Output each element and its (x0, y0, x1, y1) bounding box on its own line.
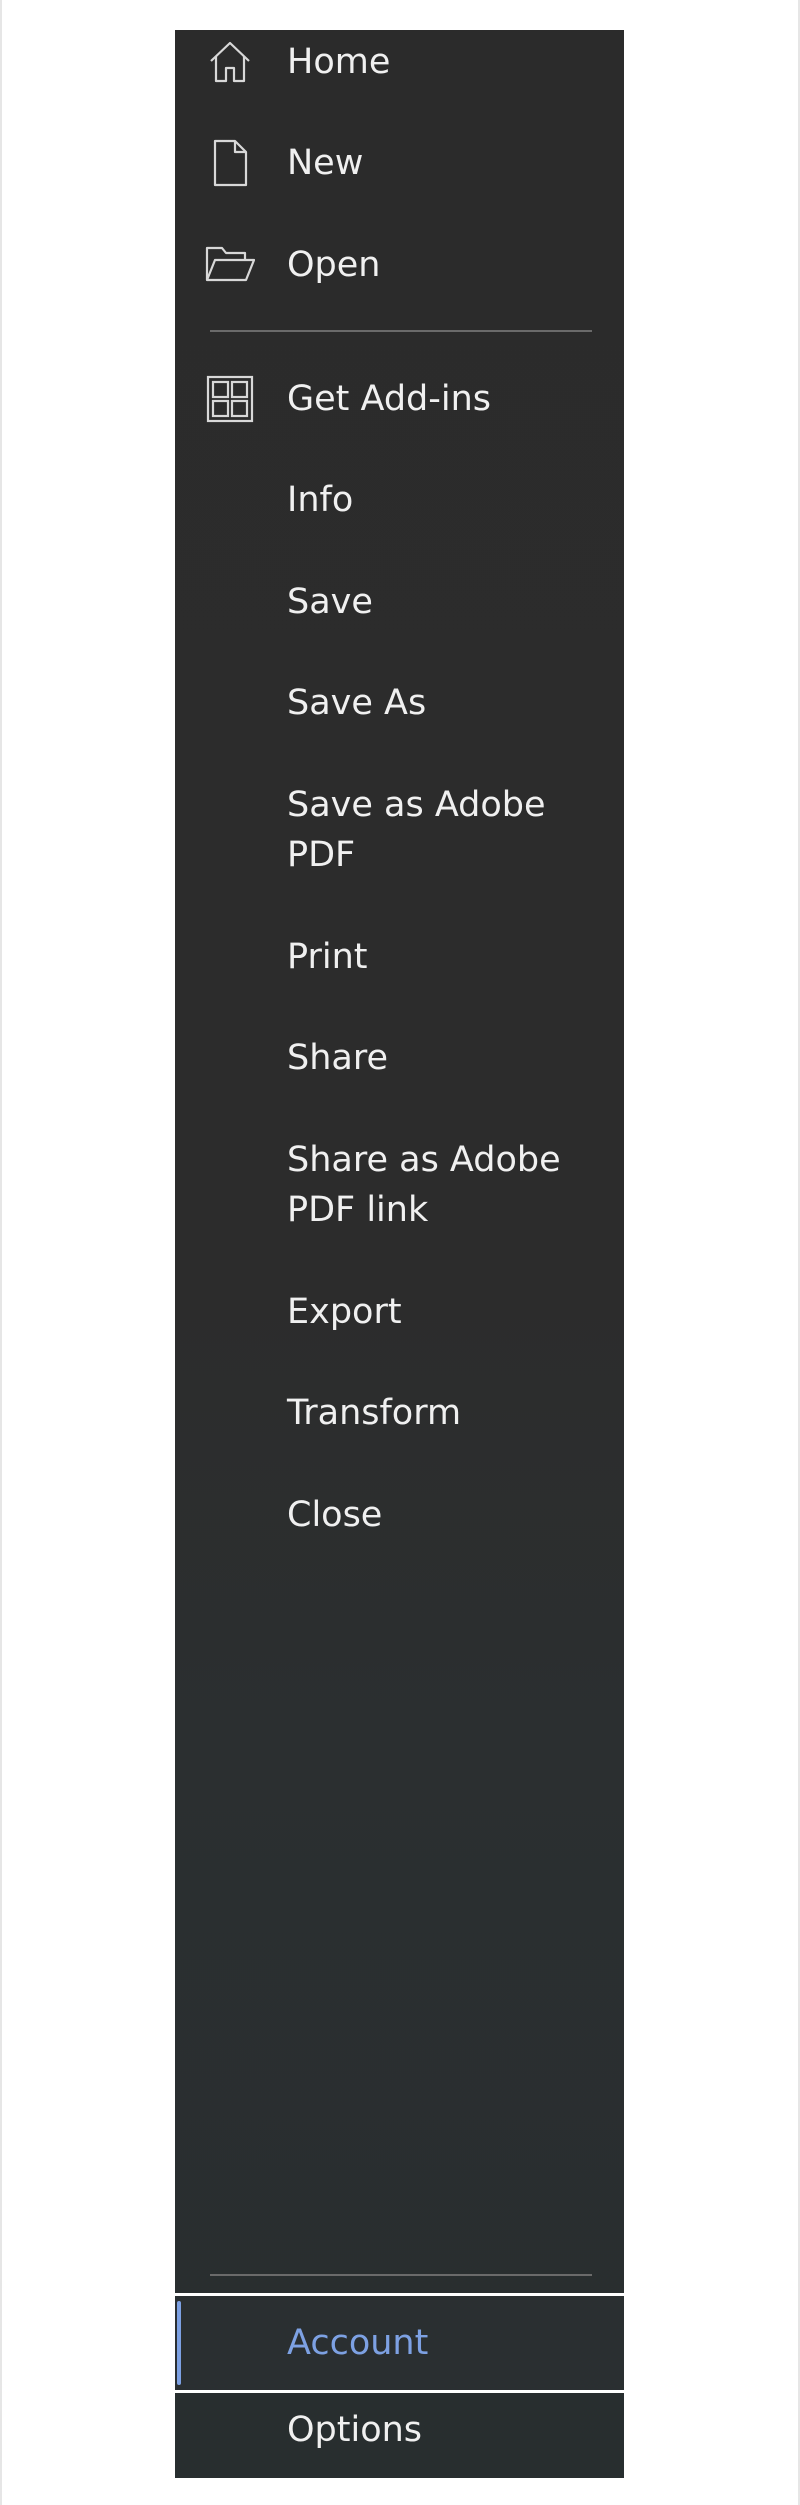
menu-item-close[interactable]: Close (175, 1490, 624, 1540)
folder-open-icon (205, 240, 255, 290)
file-backstage-menu: Home New Open Get Add-ins Info Save Save… (175, 30, 624, 2478)
menu-item-label: Share (287, 1038, 389, 1078)
add-ins-grid-icon (205, 374, 255, 424)
menu-item-label: Options (287, 2410, 423, 2450)
menu-item-label: Save (287, 582, 373, 622)
menu-item-label: Transform (287, 1393, 462, 1433)
window-border-left (0, 0, 2, 2505)
menu-item-share[interactable]: Share (175, 1033, 624, 1083)
menu-divider-bottom (210, 2274, 592, 2276)
menu-item-label: Open (287, 245, 381, 285)
menu-item-label: Close (287, 1495, 383, 1535)
menu-item-info[interactable]: Info (175, 475, 624, 525)
menu-item-label: New (287, 143, 364, 183)
menu-item-label: Info (287, 480, 354, 520)
menu-item-new[interactable]: New (175, 138, 624, 188)
menu-item-label: Print (287, 937, 368, 977)
menu-item-options[interactable]: Options (175, 2395, 624, 2465)
menu-item-home[interactable]: Home (175, 37, 624, 87)
menu-item-label: Account (287, 2323, 429, 2363)
home-icon (205, 37, 255, 87)
menu-divider-top (210, 330, 592, 332)
menu-item-label-line2: PDF (287, 835, 356, 875)
menu-item-export[interactable]: Export (175, 1287, 624, 1337)
menu-item-label: Home (287, 42, 391, 82)
menu-item-save-as[interactable]: Save As (175, 678, 624, 728)
menu-item-save[interactable]: Save (175, 577, 624, 627)
menu-item-label-line1: Save as Adobe (287, 785, 546, 825)
menu-item-label-line1: Share as Adobe (287, 1140, 561, 1180)
menu-item-save-as-adobe-pdf[interactable]: Save as Adobe PDF (175, 780, 624, 880)
menu-item-label-line2: PDF link (287, 1190, 429, 1230)
menu-item-print[interactable]: Print (175, 932, 624, 982)
menu-item-share-as-adobe-pdf-link[interactable]: Share as Adobe PDF link (175, 1135, 624, 1235)
menu-item-get-add-ins[interactable]: Get Add-ins (175, 374, 624, 424)
menu-item-transform[interactable]: Transform (175, 1388, 624, 1438)
menu-item-open[interactable]: Open (175, 240, 624, 290)
menu-item-account[interactable]: Account (175, 2293, 624, 2393)
menu-item-label: Get Add-ins (287, 379, 492, 419)
menu-item-label: Export (287, 1292, 402, 1332)
new-document-icon (205, 138, 255, 188)
selected-indicator (177, 2301, 181, 2385)
menu-item-label: Save As (287, 683, 427, 723)
